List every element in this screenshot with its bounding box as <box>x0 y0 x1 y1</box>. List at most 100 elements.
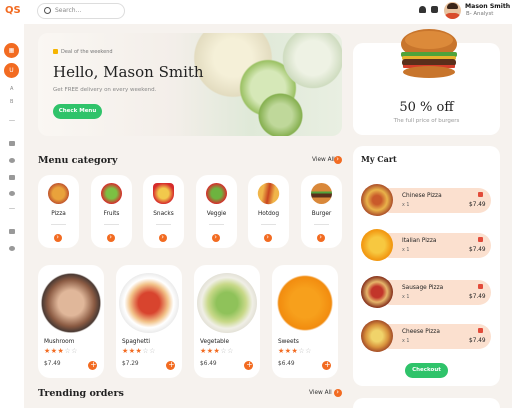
spaghetti-image <box>119 273 179 333</box>
add-to-cart-button[interactable] <box>88 360 97 370</box>
trash-icon[interactable] <box>478 328 483 333</box>
banner-subtitle: Get FREE delivery on every weekend. <box>53 87 157 93</box>
deal-label: Deal of the weekend <box>53 49 113 55</box>
pizza-icon <box>48 183 69 204</box>
rail-item-u[interactable]: U <box>4 63 19 78</box>
cart-item[interactable]: Italian Pizza x 1 $7.49 <box>378 233 491 258</box>
pizza-image <box>361 184 393 216</box>
arrow-right-icon[interactable] <box>317 233 325 242</box>
dish-price: $7.49 <box>44 361 61 367</box>
rating-stars: ★★★☆☆ <box>200 347 234 355</box>
divider <box>51 224 66 225</box>
category-label: Hotdog <box>257 211 280 217</box>
burger-icon <box>311 183 332 204</box>
cart-item-name: Sausage Pizza <box>402 285 444 291</box>
cart-item[interactable]: Chinese Pizza x 1 $7.49 <box>378 188 491 213</box>
dish-card-sweets[interactable]: Sweets ★★★☆☆ $6.49 <box>272 265 338 378</box>
category-snacks[interactable]: Snacks <box>143 175 184 248</box>
fruits-icon <box>101 183 122 204</box>
cart-item[interactable]: Cheese Pizza x 1 $7.49 <box>378 324 491 349</box>
app-logo[interactable]: QS <box>5 5 21 16</box>
category-label: Pizza <box>51 211 66 217</box>
dish-card-mushroom[interactable]: Mushroom ★★★☆☆ $7.49 <box>38 265 104 378</box>
sweets-image <box>275 273 335 333</box>
cucumber-image <box>253 88 308 136</box>
cart-item-name: Cheese Pizza <box>402 329 440 335</box>
search-icon[interactable] <box>9 191 15 196</box>
arrow-right-icon[interactable] <box>334 155 342 164</box>
rail-item-b[interactable]: B <box>10 99 13 105</box>
arrow-right-icon[interactable] <box>334 388 342 397</box>
category-fruits[interactable]: Fruits <box>91 175 132 248</box>
category-label: Fruits <box>103 211 120 217</box>
cart-item[interactable]: Sausage Pizza x 1 $7.49 <box>378 280 491 305</box>
cart-title: My Cart <box>361 154 397 164</box>
trash-icon[interactable] <box>478 284 483 289</box>
divider <box>104 224 119 225</box>
add-to-cart-button[interactable] <box>166 360 175 370</box>
gear-icon[interactable] <box>9 246 15 251</box>
avatar[interactable] <box>444 2 461 19</box>
pizza-image <box>361 276 393 308</box>
dish-name: Mushroom <box>44 339 75 345</box>
trash-icon[interactable] <box>478 192 483 197</box>
divider <box>9 120 15 121</box>
hero-banner: Deal of the weekend Hello, Mason Smith G… <box>38 33 342 136</box>
pizza-image <box>361 320 393 352</box>
calendar-icon[interactable] <box>9 158 15 163</box>
dish-price: $6.49 <box>200 361 217 367</box>
dish-card-vegetable[interactable]: Vegetable ★★★☆☆ $6.49 <box>194 265 260 378</box>
arrow-right-icon[interactable] <box>54 233 62 242</box>
arrow-right-icon[interactable] <box>212 233 220 242</box>
left-rail: ▦ U A B <box>0 24 24 408</box>
star-icon <box>53 49 58 54</box>
menu-view-all-link[interactable]: View All <box>312 157 335 163</box>
category-hotdog[interactable]: Hotdog <box>248 175 289 248</box>
search-box[interactable]: Search... <box>37 3 125 19</box>
category-burger[interactable]: Burger <box>301 175 342 248</box>
mail-icon[interactable] <box>9 141 15 146</box>
rail-item-a[interactable]: A <box>10 86 13 92</box>
truck-icon[interactable] <box>9 175 15 180</box>
cart-item-price: $7.49 <box>469 294 486 300</box>
user-name: Mason Smith <box>465 3 511 10</box>
cart-item-name: Italian Pizza <box>402 238 437 244</box>
checkout-button[interactable]: Checkout <box>405 363 448 378</box>
cart-item-price: $7.49 <box>469 247 486 253</box>
bell-icon[interactable] <box>419 6 426 13</box>
cart-item-price: $7.49 <box>469 202 486 208</box>
side-card <box>353 398 500 408</box>
search-input[interactable]: Search... <box>55 7 81 14</box>
veggie-icon <box>206 183 227 204</box>
mail-icon[interactable] <box>431 6 438 13</box>
arrow-right-icon[interactable] <box>107 233 115 242</box>
cart-item-qty: x 1 <box>402 248 410 253</box>
cart-item-price: $7.49 <box>469 338 486 344</box>
arrow-right-icon[interactable] <box>264 233 272 242</box>
vegetable-image <box>197 273 257 333</box>
category-label: Burger <box>311 211 332 217</box>
cart-item-qty: x 1 <box>402 339 410 344</box>
mushroom-image <box>41 273 101 333</box>
top-bar: QS Search... Mason Smith B- Analyst <box>0 0 512 24</box>
grid-icon[interactable]: ▦ <box>4 43 19 58</box>
search-icon <box>44 7 51 14</box>
rating-stars: ★★★☆☆ <box>278 347 312 355</box>
check-menu-button[interactable]: Check Menu <box>53 104 102 119</box>
category-veggie[interactable]: Veggie <box>196 175 237 248</box>
trending-view-all-link[interactable]: View All <box>309 390 332 396</box>
add-to-cart-button[interactable] <box>244 360 253 370</box>
dish-card-spaghetti[interactable]: Spaghetti ★★★☆☆ $7.29 <box>116 265 182 378</box>
promo-percent: 50 % off <box>399 100 454 115</box>
arrow-right-icon[interactable] <box>159 233 167 242</box>
divider <box>261 224 276 225</box>
greeting: Hello, Mason Smith <box>53 63 204 81</box>
trash-icon[interactable] <box>478 237 483 242</box>
promo-subtitle: The full price of burgers <box>393 118 460 124</box>
category-label: Veggie <box>206 211 227 217</box>
category-pizza[interactable]: Pizza <box>38 175 79 248</box>
add-to-cart-button[interactable] <box>322 360 331 370</box>
wallet-icon[interactable] <box>9 229 15 234</box>
hotdog-icon <box>253 178 284 209</box>
dish-name: Sweets <box>278 339 299 345</box>
